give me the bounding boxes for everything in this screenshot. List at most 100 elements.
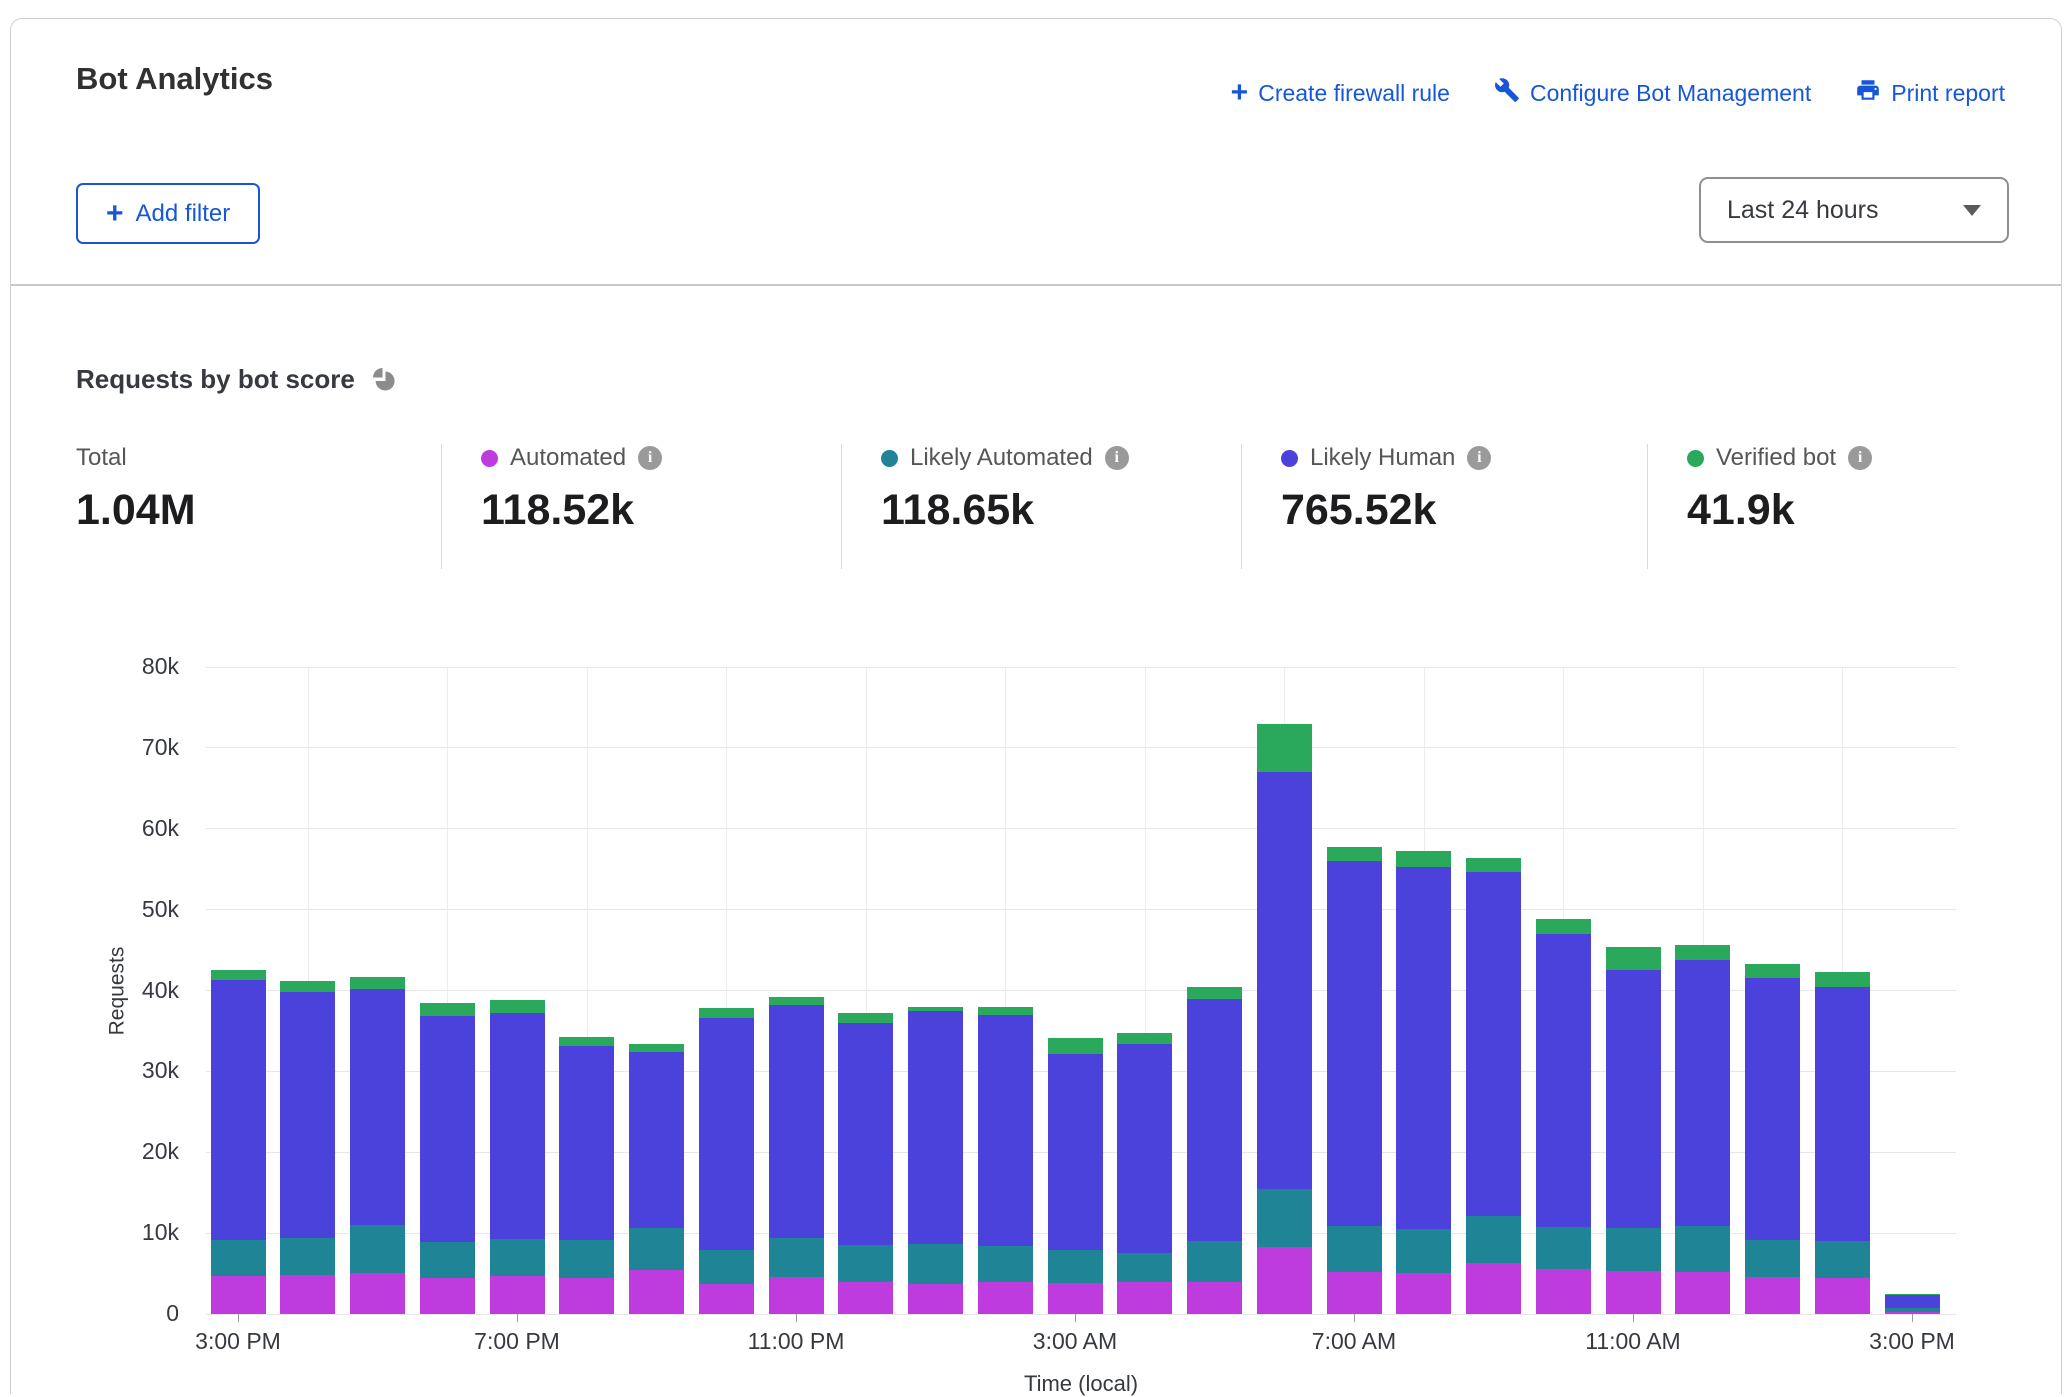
segment-automated [629, 1270, 684, 1314]
x-tick-mark [796, 1314, 797, 1322]
segment-likely-human [1396, 867, 1451, 1229]
segment-verified-bot [1327, 847, 1382, 861]
bar-800pm[interactable] [559, 1037, 614, 1314]
bar-700pm[interactable] [490, 1000, 545, 1314]
bar-300am[interactable] [1048, 1038, 1103, 1314]
bar-900am[interactable] [1466, 858, 1521, 1314]
bar-600pm[interactable] [420, 1003, 475, 1314]
segment-likely-automated [280, 1238, 335, 1275]
configure-bot-management-link[interactable]: Configure Bot Management [1494, 77, 1811, 109]
segment-likely-automated [1536, 1227, 1591, 1269]
y-tick-label: 70k [11, 734, 179, 761]
segment-verified-bot [1117, 1033, 1172, 1044]
segment-likely-automated [1187, 1241, 1242, 1282]
segment-likely-automated [978, 1246, 1033, 1282]
stat-likely-automated-value: 118.65k [881, 486, 1129, 535]
segment-likely-human [1606, 970, 1661, 1228]
gridline-horizontal [206, 667, 1956, 668]
add-filter-button[interactable]: + Add filter [76, 183, 260, 244]
bar-500pm[interactable] [350, 977, 405, 1314]
bar-1200pm[interactable] [1675, 945, 1730, 1314]
stat-verified-bot: Verified bot i 41.9k [1687, 444, 1872, 535]
plus-icon: + [1231, 83, 1249, 103]
bar-200pm[interactable] [1815, 972, 1870, 1314]
segment-automated [1187, 1282, 1242, 1314]
segment-likely-automated [1466, 1216, 1521, 1263]
segment-verified-bot [420, 1003, 475, 1015]
segment-likely-human [1675, 960, 1730, 1226]
stat-verified-bot-label: Verified bot [1716, 444, 1836, 472]
segment-verified-bot [1396, 851, 1451, 866]
stat-likely-human: Likely Human i 765.52k [1281, 444, 1491, 535]
segment-verified-bot [1745, 964, 1800, 978]
segment-likely-human [1048, 1054, 1103, 1250]
stat-likely-human-value: 765.52k [1281, 486, 1491, 535]
bar-100am[interactable] [908, 1007, 963, 1314]
segment-automated [1466, 1263, 1521, 1314]
bar-400pm[interactable] [280, 981, 335, 1314]
pie-chart-icon [371, 366, 398, 393]
section-title-row: Requests by bot score [76, 364, 398, 395]
segment-automated [1536, 1269, 1591, 1314]
create-firewall-rule-label: Create firewall rule [1258, 80, 1450, 107]
stacked-bar-chart [206, 667, 1956, 1314]
likely-automated-legend-dot [881, 450, 898, 467]
create-firewall-rule-link[interactable]: + Create firewall rule [1231, 80, 1450, 107]
segment-likely-automated [1327, 1226, 1382, 1272]
y-tick-label: 10k [11, 1219, 179, 1246]
bar-500am[interactable] [1187, 987, 1242, 1314]
bar-900pm[interactable] [629, 1044, 684, 1314]
stat-automated-label: Automated [510, 444, 626, 472]
bar-1100am[interactable] [1606, 947, 1661, 1314]
segment-automated [769, 1277, 824, 1314]
x-tick-mark [1075, 1314, 1076, 1322]
info-icon[interactable]: i [1848, 446, 1872, 470]
bar-1000pm[interactable] [699, 1008, 754, 1314]
bar-700am[interactable] [1327, 847, 1382, 1314]
gridline-horizontal [206, 747, 1956, 748]
print-report-link[interactable]: Print report [1855, 77, 2005, 109]
bar-300pm[interactable] [1885, 1294, 1940, 1314]
segment-verified-bot [559, 1037, 614, 1046]
bar-400am[interactable] [1117, 1033, 1172, 1314]
bar-100pm[interactable] [1745, 964, 1800, 1314]
segment-automated [699, 1284, 754, 1314]
y-tick-label: 0 [11, 1300, 179, 1327]
bar-200am[interactable] [978, 1007, 1033, 1314]
segment-likely-automated [699, 1250, 754, 1284]
segment-verified-bot [1815, 972, 1870, 987]
stat-total: Total 1.04M [76, 444, 196, 535]
segment-likely-human [1257, 772, 1312, 1189]
info-icon[interactable]: i [638, 446, 662, 470]
info-icon[interactable]: i [1105, 446, 1129, 470]
segment-likely-automated [1815, 1241, 1870, 1277]
segment-verified-bot [629, 1044, 684, 1052]
segment-verified-bot [1187, 987, 1242, 998]
y-tick-label: 50k [11, 896, 179, 923]
automated-legend-dot [481, 450, 498, 467]
bar-800am[interactable] [1396, 851, 1451, 1314]
section-title: Requests by bot score [76, 364, 355, 395]
stat-total-label: Total [76, 444, 127, 472]
time-range-dropdown[interactable]: Last 24 hours [1699, 177, 2009, 243]
stat-total-value: 1.04M [76, 486, 196, 535]
print-report-label: Print report [1891, 80, 2005, 107]
segment-automated [211, 1276, 266, 1314]
segment-likely-human [908, 1011, 963, 1244]
bar-1000am[interactable] [1536, 919, 1591, 1314]
y-tick-label: 60k [11, 815, 179, 842]
info-icon[interactable]: i [1467, 446, 1491, 470]
stat-likely-automated: Likely Automated i 118.65k [881, 444, 1129, 535]
segment-likely-automated [420, 1242, 475, 1278]
segment-verified-bot [1536, 919, 1591, 934]
segment-likely-human [699, 1018, 754, 1250]
gridline-horizontal [206, 909, 1956, 910]
header-actions: + Create firewall rule Configure Bot Man… [1231, 77, 2005, 109]
bar-600am[interactable] [1257, 724, 1312, 1314]
stat-likely-human-label: Likely Human [1310, 444, 1455, 472]
segment-automated [838, 1282, 893, 1314]
bar-1200am[interactable] [838, 1013, 893, 1314]
bar-300pm[interactable] [211, 970, 266, 1314]
segment-verified-bot [1466, 858, 1521, 873]
bar-1100pm[interactable] [769, 997, 824, 1314]
